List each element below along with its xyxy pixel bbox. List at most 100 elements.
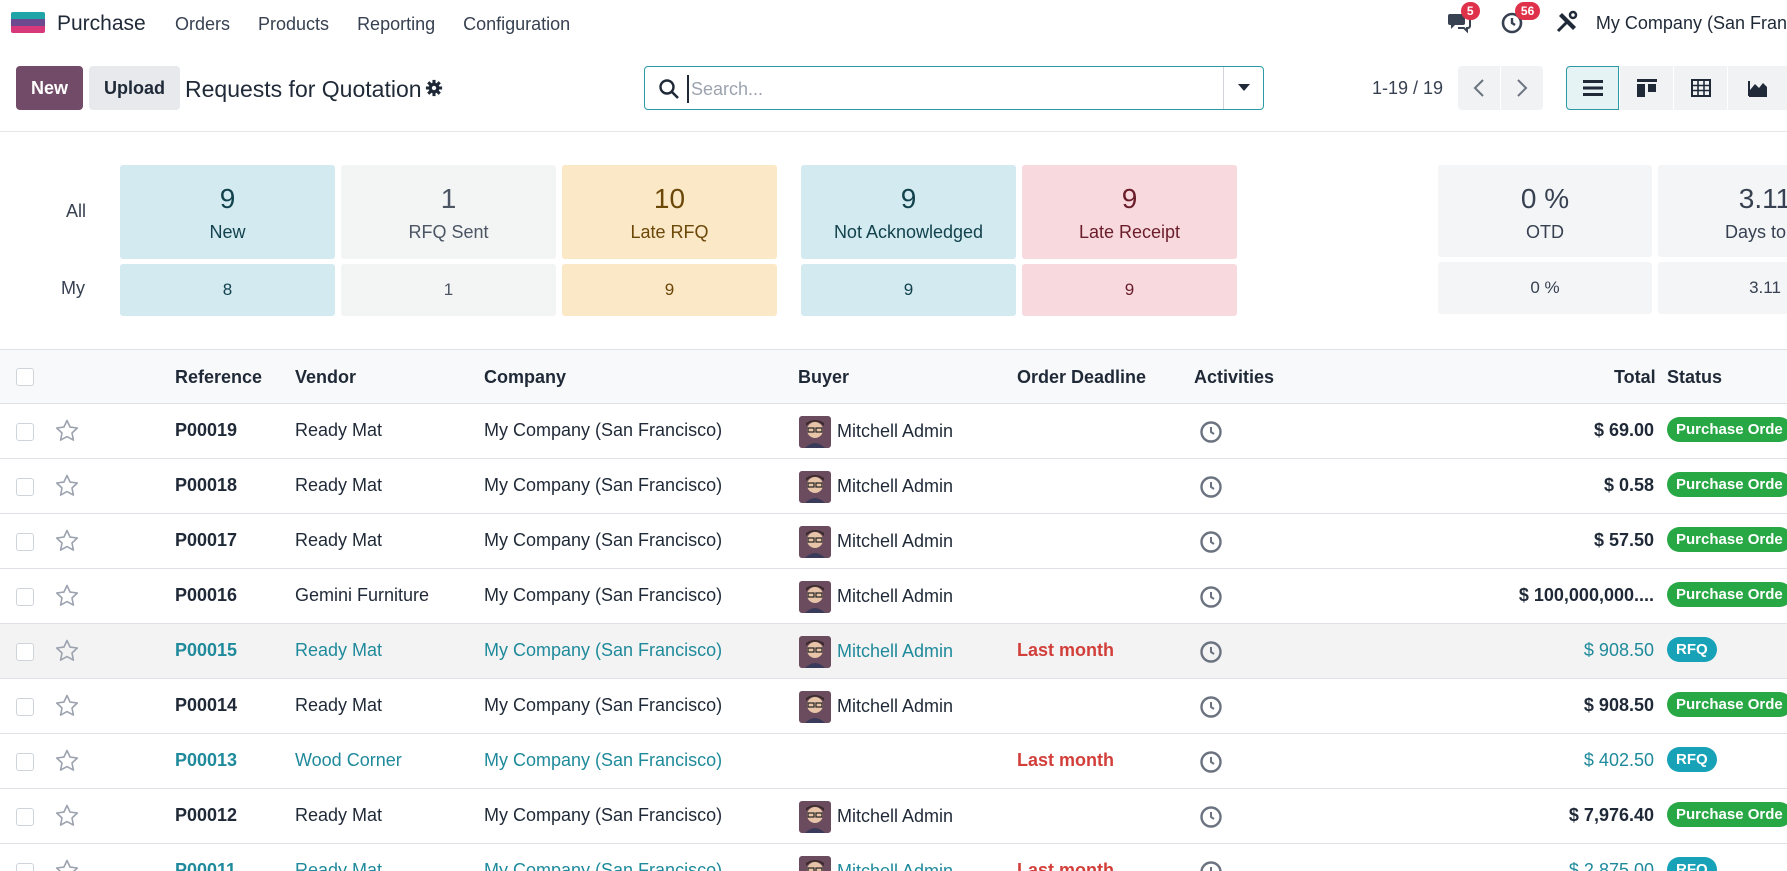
activity-clock-icon[interactable] [1199,805,1223,829]
my-not-acknowledged-count[interactable]: 9 [801,264,1016,316]
buyer-avatar[interactable] [799,581,831,613]
cell-vendor: Ready Mat [295,420,383,440]
star-icon[interactable] [54,473,80,499]
row-checkbox[interactable] [16,698,34,716]
star-icon[interactable] [54,528,80,554]
star-icon[interactable] [54,418,80,444]
kpi-otd-value: 0 % [1520,183,1570,214]
column-status[interactable]: Status [1667,367,1722,388]
upload-button[interactable]: Upload [89,66,180,110]
area-chart-icon [1747,81,1767,97]
table-row[interactable]: P00012 Ready Mat My Company (San Francisco… [0,789,1787,844]
star-icon[interactable] [54,638,80,664]
table-row[interactable]: P00015 Ready Mat My Company (San Francisco… [0,624,1787,679]
pager-next-button[interactable] [1501,66,1543,110]
cell-total: $ 69.00 [1593,420,1654,440]
buyer-avatar[interactable] [799,636,831,668]
buyer-avatar[interactable] [799,856,831,871]
my-late-receipt-count[interactable]: 9 [1022,264,1237,316]
menu-reporting[interactable]: Reporting [357,14,435,35]
buyer-avatar[interactable] [799,471,831,503]
row-checkbox[interactable] [16,753,34,771]
activity-clock-icon[interactable] [1199,475,1223,499]
table-row[interactable]: P00014 Ready Mat My Company (San Francisco… [0,679,1787,734]
row-checkbox[interactable] [16,478,34,496]
activities-button[interactable]: 56 [1500,2,1541,37]
column-order-deadline[interactable]: Order Deadline [1017,367,1146,388]
buyer-avatar[interactable] [799,416,831,448]
menu-products[interactable]: Products [258,14,329,35]
gear-icon[interactable] [425,79,443,97]
table-row[interactable]: P00011 Ready Mat My Company (San Francisco… [0,844,1787,871]
row-checkbox[interactable] [16,643,34,661]
debug-tools-button[interactable] [1554,9,1582,37]
activity-clock-icon[interactable] [1199,750,1223,774]
table-row[interactable]: P00013 Wood Corner My Company (San Francis… [0,734,1787,789]
pager-previous-button[interactable] [1458,66,1500,110]
company-switcher[interactable]: My Company (San Fran [1596,13,1787,34]
star-icon[interactable] [54,693,80,719]
column-company[interactable]: Company [484,367,566,388]
new-button[interactable]: New [16,66,83,110]
kanban-view-button[interactable] [1620,66,1673,110]
my-rfq-sent-count[interactable]: 1 [341,264,556,316]
buyer-avatar[interactable] [799,801,831,833]
star-icon[interactable] [54,583,80,609]
row-checkbox[interactable] [16,808,34,826]
activity-clock-icon[interactable] [1199,860,1223,871]
status-badge: Purchase Orde [1667,417,1787,442]
row-checkbox[interactable] [16,863,34,871]
row-checkbox[interactable] [16,588,34,606]
menu-orders[interactable]: Orders [175,14,230,35]
search-input[interactable] [687,75,1207,103]
tile-new[interactable]: 9 New [120,165,335,259]
tile-late-rfq-label: Late RFQ [630,222,709,242]
row-checkbox[interactable] [16,533,34,551]
purchase-app-icon[interactable] [11,12,45,34]
cell-total: $ 0.58 [1603,475,1654,495]
column-buyer[interactable]: Buyer [798,367,849,388]
graph-view-button[interactable] [1728,66,1787,110]
tile-late-rfq-count: 10 [653,183,686,214]
status-badge: Purchase Orde [1667,472,1787,497]
cell-vendor: Ready Mat [295,530,383,550]
cell-buyer: Mitchell Admin [837,476,954,496]
star-icon[interactable] [54,858,80,871]
star-icon[interactable] [54,803,80,829]
messages-button[interactable]: 5 [1446,2,1480,37]
activity-clock-icon[interactable] [1199,640,1223,664]
cell-buyer: Mitchell Admin [837,421,954,441]
select-all-checkbox[interactable] [16,368,34,386]
buyer-avatar[interactable] [799,691,831,723]
column-total[interactable]: Total [1614,367,1656,388]
tile-late-rfq[interactable]: 10 Late RFQ [562,165,777,259]
list-icon [1582,80,1603,96]
kanban-icon [1636,79,1657,97]
app-name[interactable]: Purchase [57,12,146,36]
tile-rfq-sent[interactable]: 1 RFQ Sent [341,165,556,259]
my-new-count[interactable]: 8 [120,264,335,316]
activity-clock-icon[interactable] [1199,695,1223,719]
search-options-toggle[interactable] [1223,67,1263,109]
table-row[interactable]: P00016 Gemini Furniture My Company (San Fr… [0,569,1787,624]
activity-clock-icon[interactable] [1199,530,1223,554]
cell-buyer: Mitchell Admin [837,696,954,716]
column-activities[interactable]: Activities [1194,367,1274,388]
tile-late-receipt[interactable]: 9 Late Receipt [1022,165,1237,259]
pivot-view-button[interactable] [1674,66,1727,110]
table-row[interactable]: P00018 Ready Mat My Company (San Francisco… [0,459,1787,514]
column-reference[interactable]: Reference [175,367,262,388]
table-row[interactable]: P00019 Ready Mat My Company (San Francisco… [0,404,1787,459]
column-vendor[interactable]: Vendor [295,367,356,388]
table-row[interactable]: P00017 Ready Mat My Company (San Francisco… [0,514,1787,569]
buyer-avatar[interactable] [799,526,831,558]
menu-configuration[interactable]: Configuration [463,14,570,35]
list-view-button[interactable] [1566,66,1619,110]
row-checkbox[interactable] [16,423,34,441]
tile-not-acknowledged[interactable]: 9 Not Acknowledged [801,165,1016,259]
my-late-rfq-count[interactable]: 9 [562,264,777,316]
pager-value[interactable]: 1-19 / 19 [1372,78,1443,99]
activity-clock-icon[interactable] [1199,420,1223,444]
activity-clock-icon[interactable] [1199,585,1223,609]
star-icon[interactable] [54,748,80,774]
